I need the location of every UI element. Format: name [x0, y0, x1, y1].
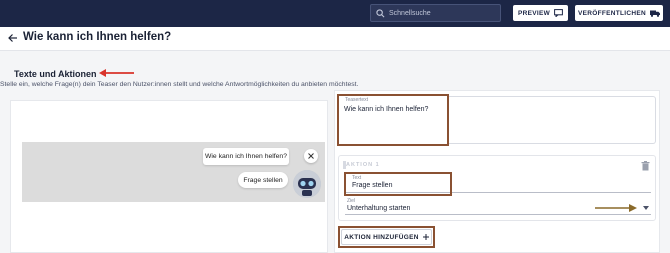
top-bar: Schnellsuche PREVIEW VERÖFFENTLICHEN	[0, 0, 670, 27]
section-title: Texte und Aktionen	[14, 69, 97, 79]
ziel-label: Ziel	[347, 198, 356, 204]
preview-question-bubble: Wie kann ich Ihnen helfen?	[203, 148, 289, 165]
teaser-field-box[interactable]	[449, 96, 656, 144]
section-description: Stelle ein, welche Frage(n) dein Teaser …	[0, 81, 359, 88]
preview-label: PREVIEW	[517, 9, 551, 17]
teaser-text-value[interactable]: Wie kann ich Ihnen helfen?	[344, 106, 428, 113]
robot-icon	[293, 170, 321, 198]
search-input[interactable]: Schnellsuche	[370, 4, 501, 22]
page-header: Wie kann ich Ihnen helfen?	[0, 27, 670, 51]
chevron-down-icon[interactable]	[643, 206, 649, 210]
teaser-text-label: Teasertext	[345, 97, 369, 103]
add-action-label: AKTION HINZUFÜGEN	[344, 233, 419, 241]
trash-icon[interactable]	[641, 161, 650, 171]
search-placeholder: Schnellsuche	[389, 9, 431, 17]
action-text-label: Text	[352, 175, 362, 181]
search-icon	[376, 8, 385, 17]
action-text-value[interactable]: Frage stellen	[352, 182, 392, 189]
add-action-button[interactable]: AKTION HINZUFÜGEN	[341, 229, 432, 245]
preview-button[interactable]: PREVIEW	[513, 5, 568, 21]
page-title: Wie kann ich Ihnen helfen?	[23, 31, 172, 43]
close-icon	[308, 153, 314, 159]
publish-label: VERÖFFENTLICHEN	[577, 9, 647, 17]
bot-avatar	[293, 170, 321, 198]
publish-button[interactable]: VERÖFFENTLICHEN	[575, 5, 663, 21]
action-heading: AKTION 1	[346, 162, 380, 168]
preview-close-button[interactable]	[304, 149, 318, 163]
chat-icon	[554, 9, 563, 17]
red-annotation-arrow-icon	[99, 69, 134, 77]
back-arrow-icon[interactable]	[8, 33, 18, 43]
preview-answer-bubble: Frage stellen	[238, 172, 288, 188]
plus-icon	[422, 234, 429, 240]
ziel-value[interactable]: Unterhaltung starten	[347, 205, 410, 212]
truck-icon	[650, 10, 661, 17]
